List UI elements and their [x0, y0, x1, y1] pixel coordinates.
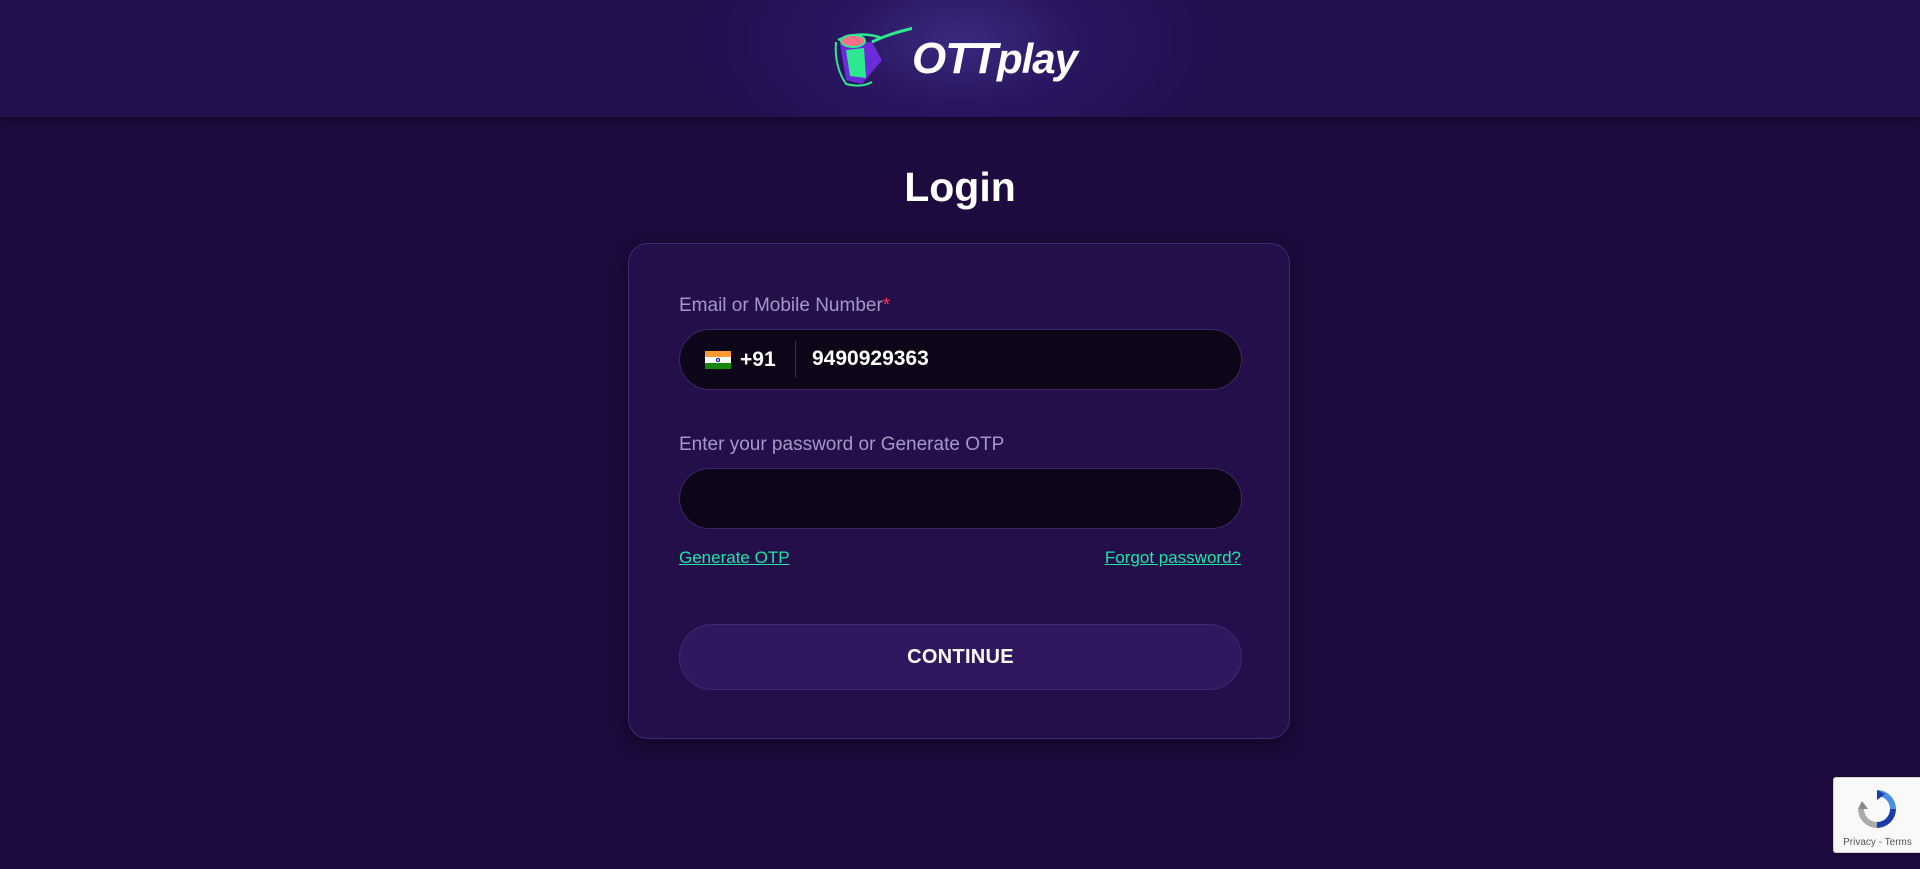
phone-input-container[interactable]: +91 9490929363 — [679, 329, 1242, 390]
country-code-selector[interactable]: +91 — [705, 348, 776, 371]
page-title: Login — [904, 164, 1016, 210]
ottplay-logo[interactable]: OTTplay — [832, 26, 1092, 92]
india-flag-icon — [705, 350, 731, 370]
terms-link[interactable]: Terms — [1885, 837, 1912, 848]
login-card: Email or Mobile Number* +91 9490929363 E… — [628, 243, 1290, 739]
ottplay-logo-icon — [834, 26, 912, 87]
country-dial-code: +91 — [740, 348, 776, 371]
required-mark: * — [882, 295, 891, 316]
input-divider — [795, 341, 796, 378]
privacy-link[interactable]: Privacy — [1843, 837, 1876, 848]
recaptcha-badge[interactable]: Privacy - Terms — [1833, 777, 1920, 853]
email-or-mobile-input[interactable]: 9490929363 — [812, 347, 1212, 371]
forgot-password-link[interactable]: Forgot password? — [1105, 548, 1241, 568]
password-label: Enter your password or Generate OTP — [679, 434, 1005, 455]
recaptcha-icon — [1858, 790, 1896, 828]
recaptcha-links: Privacy - Terms — [1843, 837, 1912, 848]
email-or-mobile-label: Email or Mobile Number* — [679, 295, 891, 316]
password-input[interactable] — [679, 468, 1242, 529]
logo-wordmark: OTTplay — [912, 34, 1078, 83]
generate-otp-link[interactable]: Generate OTP — [679, 548, 790, 568]
top-header: OTTplay — [0, 0, 1920, 117]
continue-button[interactable]: CONTINUE — [679, 624, 1242, 690]
